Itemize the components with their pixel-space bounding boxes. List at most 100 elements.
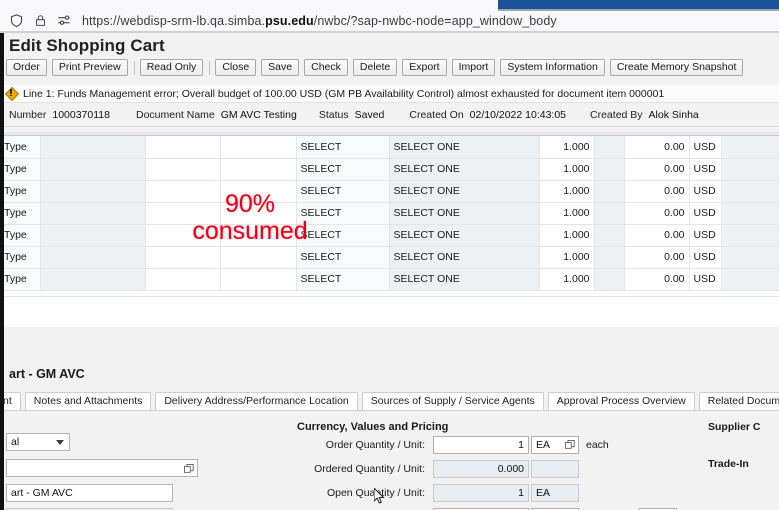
- category-select[interactable]: al: [6, 433, 70, 451]
- cell-quantity[interactable]: 1.000: [539, 158, 595, 181]
- cell-quantity[interactable]: 1.000: [539, 202, 595, 225]
- table-row[interactable]: Type SELECT SELECT ONE 1.000 0.00 USD: [0, 180, 779, 203]
- permissions-icon[interactable]: [56, 13, 72, 29]
- tab-related-documents[interactable]: Related Documents: [698, 392, 779, 410]
- cell-select_one[interactable]: SELECT ONE: [389, 246, 540, 269]
- cell-type[interactable]: Type: [0, 246, 41, 269]
- ordered-quantity-input: 0.000: [433, 459, 529, 478]
- table-row[interactable]: Type SELECT SELECT ONE 1.000 0.00 USD: [0, 224, 779, 247]
- save-button[interactable]: Save: [261, 59, 300, 76]
- cell-price[interactable]: 0.00: [624, 202, 690, 225]
- cell-select_one[interactable]: SELECT ONE: [389, 180, 540, 203]
- url-host: psu.edu: [265, 13, 314, 28]
- import-button[interactable]: Import: [451, 59, 496, 76]
- cell-select[interactable]: SELECT: [296, 268, 390, 291]
- order-quantity-suffix: each: [586, 438, 609, 451]
- cell-quantity[interactable]: 1.000: [539, 136, 595, 159]
- lock-icon[interactable]: [32, 13, 48, 29]
- shield-icon[interactable]: [8, 13, 24, 29]
- cell-price[interactable]: 0.00: [624, 158, 690, 181]
- cell-select_one[interactable]: SELECT ONE: [389, 268, 540, 291]
- table-row[interactable]: Type SELECT SELECT ONE 1.000 0.00 USD: [0, 268, 779, 291]
- tab-delivery-address-performance-location[interactable]: Delivery Address/Performance Location: [155, 392, 358, 410]
- table-row[interactable]: Type SELECT SELECT ONE 1.000 0.00 USD: [0, 158, 779, 181]
- create-memory-snapshot-button[interactable]: Create Memory Snapshot: [609, 59, 744, 76]
- open-quantity-row: Open Quantity / Unit: 1 EA: [200, 483, 700, 502]
- cell-currency[interactable]: USD: [689, 246, 722, 269]
- cell-select[interactable]: SELECT: [296, 180, 390, 203]
- url-prefix: https://webdisp-srm-lb.qa.simba.: [82, 13, 266, 28]
- close-button[interactable]: Close: [215, 59, 257, 76]
- check-button[interactable]: Check: [304, 59, 348, 76]
- open-quantity-unit-value: EA: [536, 486, 551, 499]
- cell-price[interactable]: 0.00: [624, 180, 690, 203]
- cell-select[interactable]: SELECT: [296, 158, 390, 181]
- cell-empty: [721, 224, 779, 247]
- cell-empty: [220, 136, 297, 159]
- order-button[interactable]: Order: [6, 59, 47, 76]
- product-id-field[interactable]: [6, 459, 198, 477]
- table-row[interactable]: Type SELECT SELECT ONE 1.000 0.00 USD: [0, 136, 779, 159]
- cell-select[interactable]: SELECT: [296, 202, 390, 225]
- value-help-icon[interactable]: [184, 464, 194, 474]
- delete-button[interactable]: Delete: [352, 59, 398, 76]
- doc-info-status-value: Saved: [354, 108, 385, 121]
- app-header: Edit Shopping Cart Order Print Preview R…: [0, 33, 779, 86]
- cell-empty: [220, 202, 297, 225]
- cell-type[interactable]: Type: [0, 136, 41, 159]
- cell-price[interactable]: 0.00: [624, 246, 690, 269]
- cell-type[interactable]: Type: [0, 158, 41, 181]
- cell-select_one[interactable]: SELECT ONE: [389, 202, 540, 225]
- message-text: Line 1: Funds Management error; Overall …: [23, 87, 665, 100]
- url-text[interactable]: https://webdisp-srm-lb.qa.simba.psu.edu/…: [82, 14, 557, 28]
- cell-currency[interactable]: USD: [689, 158, 722, 181]
- cell-select[interactable]: SELECT: [296, 246, 390, 269]
- cell-select[interactable]: SELECT: [296, 224, 390, 247]
- tab-notes-and-attachments[interactable]: Notes and Attachments: [24, 392, 152, 410]
- value-help-icon[interactable]: [565, 439, 575, 450]
- cell-price[interactable]: 0.00: [624, 136, 690, 159]
- cell-currency[interactable]: USD: [689, 268, 722, 291]
- order-quantity-input[interactable]: 1: [433, 435, 529, 454]
- cell-select[interactable]: SELECT: [296, 136, 390, 159]
- cell-type[interactable]: Type: [0, 268, 41, 291]
- table-row[interactable]: Type SELECT SELECT ONE 1.000 0.00 USD: [0, 246, 779, 269]
- cell-empty: [40, 136, 146, 159]
- table-row[interactable]: Type SELECT SELECT ONE 1.000 0.00 USD: [0, 202, 779, 225]
- cell-quantity[interactable]: 1.000: [539, 224, 595, 247]
- cell-select_one[interactable]: SELECT ONE: [389, 224, 540, 247]
- order-quantity-unit-input[interactable]: EA: [531, 435, 579, 454]
- cell-type[interactable]: Type: [0, 224, 41, 247]
- tab-approval-process-overview[interactable]: Approval Process Overview: [547, 392, 695, 410]
- cell-empty: [721, 268, 779, 291]
- cell-quantity[interactable]: 1.000: [539, 180, 595, 203]
- cell-price[interactable]: 0.00: [624, 268, 690, 291]
- cell-quantity[interactable]: 1.000: [539, 268, 595, 291]
- doc-info-status: Status Saved: [319, 109, 385, 121]
- cell-empty: [220, 180, 297, 203]
- cell-currency[interactable]: USD: [689, 224, 722, 247]
- warning-icon: [4, 86, 20, 101]
- read-only-button[interactable]: Read Only: [139, 59, 204, 76]
- item-table-wrap: Type SELECT SELECT ONE 1.000 0.00 USD Type SELE…: [0, 132, 779, 327]
- cell-type[interactable]: Type: [0, 180, 41, 203]
- doc-info-document-name-value: GM AVC Testing: [220, 108, 297, 121]
- cell-type[interactable]: Type: [0, 202, 41, 225]
- form-center-column: Currency, Values and Pricing Order Quant…: [200, 411, 700, 510]
- description-field[interactable]: art - GM AVC: [6, 484, 173, 502]
- cell-currency[interactable]: USD: [689, 180, 722, 203]
- cell-select_one[interactable]: SELECT ONE: [389, 158, 540, 181]
- doc-info-document-name-label: Document Name: [135, 108, 215, 121]
- cell-currency[interactable]: USD: [689, 202, 722, 225]
- cell-quantity[interactable]: 1.000: [539, 246, 595, 269]
- export-button[interactable]: Export: [402, 59, 447, 76]
- system-information-button[interactable]: System Information: [500, 59, 605, 76]
- cell-currency[interactable]: USD: [689, 136, 722, 159]
- cell-empty: [40, 268, 146, 291]
- url-bar[interactable]: https://webdisp-srm-lb.qa.simba.psu.edu/…: [0, 9, 779, 32]
- print-preview-button[interactable]: Print Preview: [51, 59, 128, 76]
- tab-sources-of-supply-service-agents[interactable]: Sources of Supply / Service Agents: [361, 392, 544, 410]
- cell-select_one[interactable]: SELECT ONE: [389, 136, 540, 159]
- cell-price[interactable]: 0.00: [624, 224, 690, 247]
- description-field-value: art - GM AVC: [11, 487, 73, 499]
